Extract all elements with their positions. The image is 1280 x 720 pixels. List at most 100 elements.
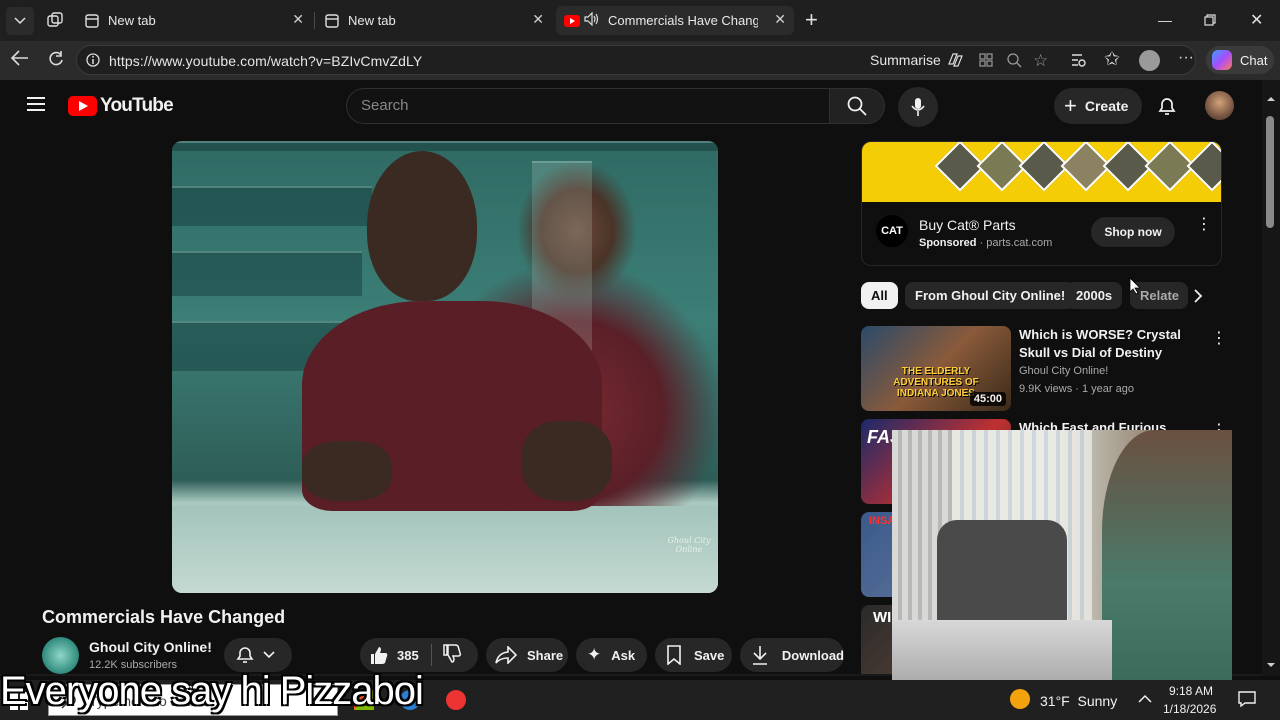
site-info-icon[interactable] — [86, 53, 100, 72]
summarise-button[interactable]: Summarise — [870, 52, 964, 68]
address-bar[interactable]: https://www.youtube.com/watch?v=BZIvCmvZ… — [76, 45, 1196, 75]
shop-now-label: Shop now — [1104, 225, 1162, 239]
notifications-bell-icon[interactable] — [1157, 95, 1177, 122]
clock-date[interactable]: 1/18/2026 — [1163, 702, 1216, 716]
address-bar-row: https://www.youtube.com/watch?v=BZIvCmvZ… — [0, 41, 1280, 80]
workspaces-icon[interactable] — [46, 11, 64, 34]
restore-button[interactable] — [1204, 13, 1216, 31]
new-tab-button[interactable]: + — [805, 9, 818, 31]
chevron-down-icon — [14, 17, 26, 25]
copilot-summarise-icon — [947, 53, 963, 67]
chip-label: 2000s — [1076, 288, 1113, 303]
ask-label: Ask — [611, 647, 636, 663]
more-menu-icon[interactable]: ··· — [1178, 49, 1194, 67]
clock-time[interactable]: 9:18 AM — [1169, 684, 1213, 698]
create-button[interactable]: + Create — [1054, 88, 1142, 124]
video-duration: 45:00 — [969, 392, 1006, 406]
webcam-person — [1102, 430, 1232, 684]
scrollbar-thumb[interactable] — [1266, 116, 1274, 228]
close-icon[interactable]: ✕ — [532, 11, 544, 28]
back-icon[interactable] — [10, 50, 29, 71]
recommendation-stats: 9.9K views · 1 year ago — [1019, 383, 1134, 395]
subscribed-notification-button[interactable] — [224, 638, 292, 672]
save-button[interactable]: Save — [655, 638, 732, 672]
recommendation-more-icon[interactable]: ⋮ — [1211, 328, 1227, 348]
tray-overflow-icon[interactable] — [1138, 691, 1152, 709]
sparkle-icon: ✦ — [587, 645, 602, 664]
weather-icon[interactable] — [1010, 689, 1030, 709]
ad-hex-image — [1186, 142, 1221, 192]
video-frame-hands — [522, 421, 612, 501]
chip-2000s[interactable]: 2000s — [1066, 282, 1123, 309]
favorites-icon[interactable]: ✩ — [1104, 48, 1120, 71]
shop-now-button[interactable]: Shop now — [1091, 217, 1175, 247]
youtube-logo-text: YouTube — [100, 95, 174, 116]
ad-more-icon[interactable]: ⋮ — [1196, 217, 1212, 233]
channel-name[interactable]: Ghoul City Online! — [89, 639, 212, 655]
refresh-icon[interactable] — [48, 51, 64, 72]
tab-actions-button[interactable] — [6, 7, 34, 35]
thumbs-down-icon — [442, 643, 461, 663]
recommendation-channel[interactable]: Ghoul City Online! — [1019, 362, 1108, 380]
download-button[interactable]: Download — [740, 638, 844, 672]
webcam-overlay — [892, 430, 1232, 684]
chips-next-icon[interactable] — [1193, 289, 1203, 308]
video-frame-shelf — [172, 186, 372, 226]
favorite-star-icon[interactable]: ☆ — [1033, 51, 1048, 71]
extensions-icon[interactable] — [1069, 51, 1087, 74]
chip-label: From Ghoul City Online! — [915, 288, 1066, 303]
youtube-logo-icon — [68, 96, 97, 116]
ad-sponsored-label: Sponsored — [919, 237, 977, 249]
webcam-table — [892, 620, 1112, 684]
chip-from-channel[interactable]: From Ghoul City Online! — [905, 282, 1076, 309]
bookmark-icon — [667, 645, 681, 665]
ad-title: Buy Cat® Parts — [919, 217, 1016, 233]
speaker-icon[interactable] — [584, 11, 600, 29]
guide-menu-icon[interactable] — [27, 97, 45, 116]
save-label: Save — [694, 647, 725, 663]
new-tab-icon — [324, 13, 340, 29]
share-label: Share — [527, 647, 564, 663]
search-button[interactable] — [829, 88, 885, 124]
copilot-icon — [1212, 50, 1232, 70]
account-avatar[interactable] — [1205, 91, 1234, 120]
video-frame-shelf — [172, 141, 718, 151]
tab-new-2[interactable]: New tab ✕ — [316, 6, 552, 35]
ask-button[interactable]: ✦ Ask — [576, 638, 647, 672]
chip-label: Relate — [1140, 288, 1180, 303]
like-button[interactable]: 385 — [360, 645, 419, 665]
weather-text[interactable]: 31°F Sunny — [1040, 693, 1117, 709]
dislike-button[interactable] — [442, 643, 462, 667]
search-icon — [847, 96, 867, 116]
video-frame-person-head — [367, 151, 477, 301]
notification-center-icon[interactable] — [1238, 691, 1256, 712]
voice-search-button[interactable] — [898, 87, 938, 127]
share-button[interactable]: Share — [486, 638, 568, 672]
taskbar-app-icon[interactable] — [446, 690, 466, 710]
cat-logo: CAT — [876, 215, 908, 247]
youtube-logo[interactable]: YouTube — [68, 95, 174, 117]
close-icon[interactable]: ✕ — [292, 11, 304, 28]
create-label: Create — [1084, 98, 1129, 114]
recommendation-title[interactable]: Which is WORSE? Crystal Skull vs Dial of… — [1019, 326, 1199, 362]
profile-avatar-icon[interactable] — [1139, 50, 1160, 71]
tab-title: New tab — [108, 13, 156, 28]
video-frame-shelf — [172, 251, 362, 296]
tab-youtube-active[interactable]: Commercials Have Changed - ✕ — [556, 6, 794, 35]
thumbnail-text: WI — [873, 609, 892, 626]
minimize-button[interactable]: — — [1158, 12, 1172, 28]
recommendation-thumbnail[interactable]: THE ELDERLY ADVENTURES OF INDIANA JONES … — [861, 326, 1011, 411]
search-input[interactable]: Search — [346, 88, 829, 124]
close-window-button[interactable]: ✕ — [1250, 10, 1263, 30]
close-icon[interactable]: ✕ — [774, 11, 786, 28]
zoom-icon[interactable] — [1006, 52, 1022, 73]
download-icon — [753, 646, 767, 665]
chevron-down-icon — [263, 651, 275, 659]
video-player[interactable]: Ghoul City Online — [172, 141, 718, 593]
chip-all[interactable]: All — [861, 282, 898, 309]
like-count: 385 — [397, 647, 419, 663]
sponsored-ad-card[interactable]: CAT Buy Cat® Parts Sponsored · parts.cat… — [861, 141, 1222, 266]
copilot-chat-button[interactable]: Chat — [1206, 46, 1274, 74]
tab-new-1[interactable]: New tab ✕ — [76, 6, 312, 35]
apps-icon[interactable] — [978, 52, 994, 73]
